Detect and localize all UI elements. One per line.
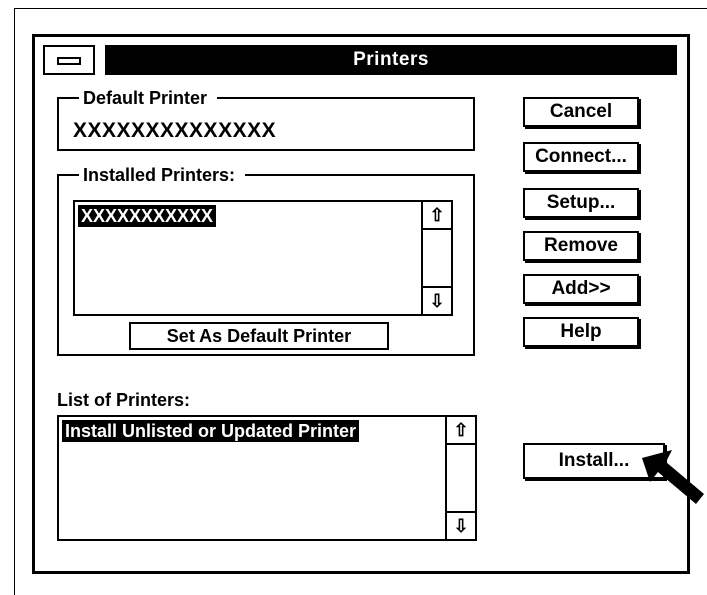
list-of-printers-label: List of Printers: [57, 390, 191, 410]
set-default-printer-button[interactable]: Set As Default Printer [129, 322, 389, 350]
help-button[interactable]: Help [523, 317, 639, 347]
installed-scrollbar[interactable]: ⇧ ⇩ [421, 202, 451, 314]
add-button[interactable]: Add>> [523, 274, 639, 304]
up-arrow-icon[interactable]: ⇧ [423, 202, 451, 230]
default-printer-label: Default Printer [79, 87, 218, 109]
group-corner [57, 174, 67, 184]
list-of-printers-item[interactable]: Install Unlisted or Updated Printer [62, 420, 360, 442]
default-printer-group: Default Printer XXXXXXXXXXXXXX [57, 87, 475, 151]
installed-printer-item[interactable]: XXXXXXXXXXX [78, 205, 217, 227]
cancel-button[interactable]: Cancel [523, 97, 639, 127]
setup-button[interactable]: Setup... [523, 188, 639, 218]
down-arrow-icon[interactable]: ⇩ [447, 511, 475, 539]
remove-button[interactable]: Remove [523, 231, 639, 261]
page-edge-left [14, 8, 15, 595]
installed-printers-listbox[interactable]: XXXXXXXXXXX ⇧ ⇩ [73, 200, 453, 316]
list-scrollbar[interactable]: ⇧ ⇩ [445, 417, 475, 539]
connect-button[interactable]: Connect... [523, 142, 639, 172]
system-menu-bar [57, 57, 81, 65]
installed-printers-label: Installed Printers: [79, 164, 246, 186]
down-arrow-icon[interactable]: ⇩ [423, 286, 451, 314]
printers-dialog: Printers Default Printer XXXXXXXXXXXXXX … [32, 34, 690, 574]
title-bar-fill: Printers [105, 45, 677, 75]
up-arrow-icon[interactable]: ⇧ [447, 417, 475, 445]
default-printer-value: XXXXXXXXXXXXXX [73, 119, 277, 142]
page-edge-top [14, 8, 707, 9]
group-corner [57, 97, 67, 107]
pointer-arrow-icon [642, 450, 704, 504]
title-bar: Printers [43, 45, 677, 75]
system-menu-icon[interactable] [43, 45, 95, 75]
installed-printers-group: Installed Printers: XXXXXXXXXXX ⇧ ⇩ Set … [57, 164, 475, 356]
list-of-printers-listbox[interactable]: Install Unlisted or Updated Printer ⇧ ⇩ [57, 415, 477, 541]
dialog-title: Printers [353, 49, 429, 70]
